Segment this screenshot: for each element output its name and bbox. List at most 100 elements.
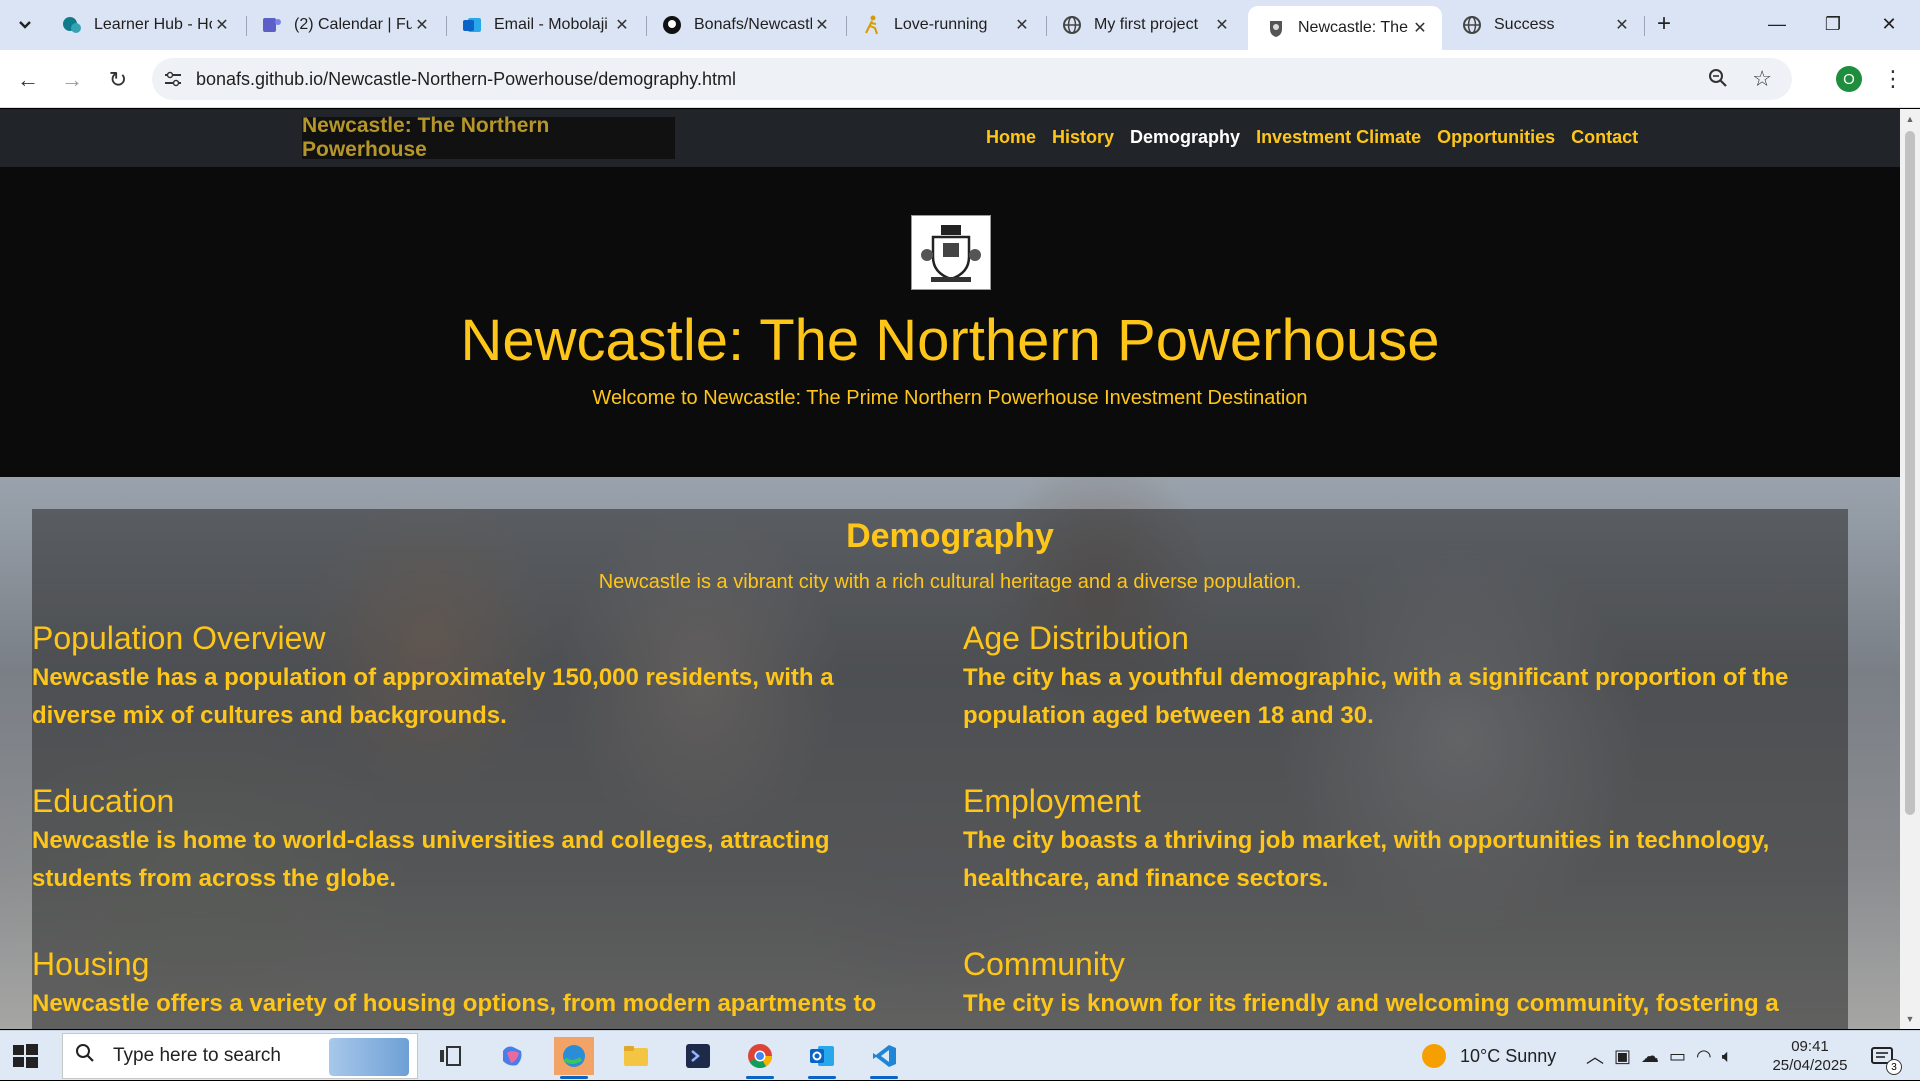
- site-info-icon[interactable]: [162, 68, 184, 90]
- site-nav-links: Home History Demography Investment Clima…: [986, 127, 1638, 148]
- file-explorer-icon[interactable]: [616, 1037, 656, 1075]
- weather-text: 10°C Sunny: [1460, 1045, 1557, 1066]
- task-view-icon[interactable]: [430, 1037, 470, 1075]
- vscode-icon[interactable]: [864, 1037, 904, 1079]
- url-text[interactable]: bonafs.github.io/Newcastle-Northern-Powe…: [196, 69, 736, 90]
- windows-start-icon[interactable]: [10, 1041, 40, 1071]
- section-heading: Employment: [963, 783, 1141, 819]
- chevron-up-icon[interactable]: ︿: [1586, 1043, 1604, 1069]
- section-text: The city is known for its friendly and w…: [963, 990, 1779, 1017]
- restore-button[interactable]: ❐: [1810, 6, 1856, 42]
- notification-center-icon[interactable]: 3: [1866, 1043, 1902, 1075]
- restore-icon: ❐: [1824, 13, 1842, 34]
- weather-widget[interactable]: 10°C Sunny: [1422, 1031, 1556, 1081]
- nav-link-home[interactable]: Home: [986, 127, 1036, 148]
- scroll-up-arrow[interactable]: ▲: [1904, 113, 1916, 125]
- tab-title: Love-running: [894, 16, 988, 33]
- battery-icon[interactable]: ▭: [1669, 1046, 1686, 1067]
- outlook-icon[interactable]: [802, 1037, 842, 1079]
- scroll-down-arrow[interactable]: ▼: [1904, 1013, 1916, 1025]
- section-population-overview: Population Overview Newcastle has a popu…: [32, 619, 912, 735]
- chevron-down-icon: [19, 21, 31, 29]
- bookmark-star-icon[interactable]: ☆: [1752, 66, 1772, 92]
- arrow-right-icon: →: [61, 67, 83, 92]
- hero-tagline: Welcome to Newcastle: The Prime Northern…: [592, 387, 1308, 409]
- powershell-icon[interactable]: [678, 1037, 718, 1075]
- browser-tab[interactable]: Bonafs/Newcastl ✕: [644, 6, 844, 44]
- address-bar[interactable]: bonafs.github.io/Newcastle-Northern-Powe…: [152, 58, 1792, 100]
- browser-tab[interactable]: Email - Mobolaji ✕: [444, 6, 644, 44]
- reload-button[interactable]: ↻: [100, 62, 136, 98]
- profile-avatar[interactable]: O: [1836, 66, 1862, 92]
- browser-tab[interactable]: (2) Calendar | Fu ✕: [244, 6, 444, 44]
- minimize-button[interactable]: —: [1754, 6, 1800, 42]
- tab-title: Success: [1494, 16, 1555, 33]
- new-tab-button[interactable]: +: [1650, 10, 1678, 38]
- taskbar-search-box[interactable]: Type here to search: [62, 1033, 418, 1079]
- tab-search-button[interactable]: [8, 10, 42, 40]
- chrome-icon[interactable]: [740, 1037, 780, 1079]
- forward-button[interactable]: →: [54, 62, 90, 98]
- close-icon[interactable]: ✕: [412, 15, 432, 35]
- tab-title: Email - Mobolaji: [494, 16, 608, 33]
- globe-icon: [1462, 15, 1482, 35]
- browser-tab[interactable]: Success ✕: [1444, 6, 1644, 44]
- scrollbar-thumb[interactable]: [1905, 131, 1915, 815]
- more-menu-icon[interactable]: ⋮: [1880, 62, 1906, 96]
- section-age-distribution: Age Distribution The city has a youthful…: [963, 619, 1843, 735]
- nav-link-demography[interactable]: Demography: [1130, 127, 1240, 148]
- minimize-icon: —: [1768, 13, 1786, 34]
- browser-tab[interactable]: My first project ✕: [1044, 6, 1244, 44]
- clock-date: 25/04/2025: [1772, 1057, 1848, 1074]
- close-window-button[interactable]: ✕: [1866, 6, 1912, 42]
- onedrive-cloud-icon[interactable]: ☁: [1641, 1046, 1659, 1067]
- close-icon: ✕: [1881, 13, 1897, 34]
- browser-tab[interactable]: Learner Hub - Ho ✕: [44, 6, 244, 44]
- browser-tab-active[interactable]: Newcastle: The N ✕: [1248, 6, 1442, 50]
- section-heading: Education: [32, 783, 175, 819]
- edge-icon[interactable]: [554, 1037, 594, 1079]
- tab-separator: [1644, 16, 1645, 36]
- close-icon[interactable]: ✕: [612, 15, 632, 35]
- section-employment: Employment The city boasts a thriving jo…: [963, 782, 1843, 898]
- nav-link-opportunities[interactable]: Opportunities: [1437, 127, 1555, 148]
- hero-section: Newcastle: The Northern Powerhouse Welco…: [0, 167, 1900, 477]
- sun-icon: [1422, 1044, 1446, 1068]
- close-icon[interactable]: ✕: [1012, 15, 1032, 35]
- nav-link-investment-climate[interactable]: Investment Climate: [1256, 127, 1421, 148]
- crest-icon: [1266, 18, 1286, 38]
- sharepoint-icon: [62, 15, 82, 35]
- teams-icon: [262, 15, 282, 35]
- taskbar-clock[interactable]: 09:41 25/04/2025: [1770, 1037, 1850, 1075]
- close-icon[interactable]: ✕: [1212, 15, 1232, 35]
- browser-tab[interactable]: Love-running ✕: [844, 6, 1044, 44]
- meet-now-icon[interactable]: ▣: [1614, 1046, 1631, 1067]
- globe-icon: [1062, 15, 1082, 35]
- search-icon: [75, 1043, 99, 1069]
- reload-icon: ↻: [108, 67, 128, 92]
- nav-link-contact[interactable]: Contact: [1571, 127, 1638, 148]
- wifi-icon[interactable]: ◠: [1696, 1046, 1712, 1067]
- browser-toolbar: ← → ↻ bonafs.github.io/Newcastle-Norther…: [0, 50, 1920, 108]
- hero-title: Newcastle: The Northern Powerhouse: [460, 308, 1440, 373]
- running-icon: [862, 15, 882, 35]
- volume-icon[interactable]: 🔈︎: [1722, 1046, 1733, 1067]
- nav-link-history[interactable]: History: [1052, 127, 1114, 148]
- tab-title: (2) Calendar | Fu: [294, 16, 412, 33]
- tab-title: My first project: [1094, 16, 1199, 33]
- section-heading: Age Distribution: [963, 620, 1189, 656]
- demography-heading: Demography: [846, 517, 1054, 555]
- search-placeholder: Type here to search: [113, 1045, 281, 1066]
- page-scrollbar[interactable]: ▲ ▼: [1900, 109, 1920, 1029]
- section-text: The city boasts a thriving job market, w…: [963, 827, 1770, 892]
- close-icon[interactable]: ✕: [212, 15, 232, 35]
- zoom-icon[interactable]: [1708, 68, 1728, 94]
- back-button[interactable]: ←: [10, 62, 46, 98]
- close-icon[interactable]: ✕: [1612, 15, 1632, 35]
- copilot-icon[interactable]: [492, 1037, 532, 1075]
- section-housing: Housing Newcastle offers a variety of ho…: [32, 945, 912, 1023]
- site-brand[interactable]: Newcastle: The Northern Powerhouse: [302, 114, 675, 161]
- notification-count-badge: 3: [1886, 1059, 1902, 1075]
- close-icon[interactable]: ✕: [1410, 18, 1430, 38]
- close-icon[interactable]: ✕: [812, 15, 832, 35]
